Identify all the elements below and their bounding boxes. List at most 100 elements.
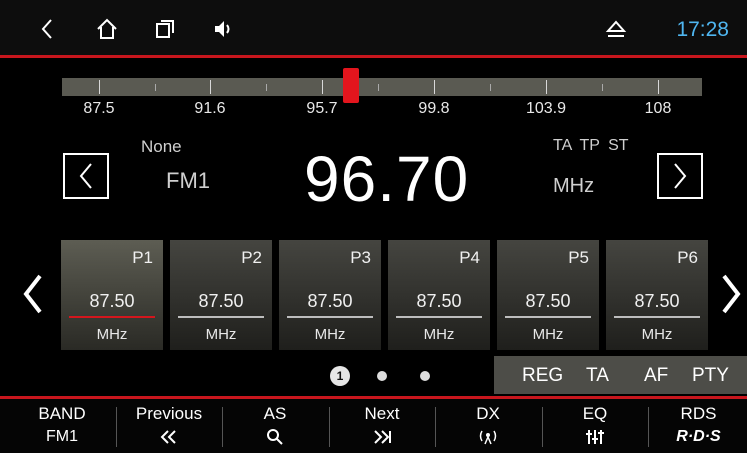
scale-minor-tick — [602, 84, 603, 91]
tuning-scale[interactable] — [62, 78, 702, 96]
preset-name: P4 — [459, 248, 480, 267]
scale-label: 95.7 — [306, 100, 338, 117]
reg-toggle[interactable]: REG — [522, 365, 563, 387]
search-icon — [223, 427, 327, 447]
preset-frequency: 87.50 — [416, 291, 462, 311]
band-button-value: FM1 — [46, 428, 78, 445]
preset-button[interactable]: P1 87.50 MHz — [61, 240, 163, 350]
scale-label: 99.8 — [418, 100, 450, 117]
band-label: FM1 — [166, 168, 210, 193]
preset-underline — [614, 316, 700, 318]
auto-search-button-label: AS — [263, 404, 287, 423]
preset-unit: MHz — [532, 326, 564, 343]
af-toggle[interactable]: AF — [644, 365, 668, 387]
tuning-needle[interactable] — [343, 68, 359, 103]
chevron-left-icon — [79, 163, 92, 189]
scale-tick — [210, 80, 211, 94]
seek-down-button[interactable] — [63, 153, 109, 199]
preset-name: P2 — [241, 248, 262, 267]
preset-button[interactable]: P3 87.50 MHz — [279, 240, 381, 350]
frequency-unit: MHz — [553, 175, 595, 197]
seek-up-button[interactable] — [657, 153, 703, 199]
scale-tick — [434, 80, 435, 94]
pty-toggle[interactable]: PTY — [692, 365, 729, 387]
rds-options-bar: REG TA AF PTY — [494, 356, 747, 394]
preset-frequency: 87.50 — [89, 291, 135, 311]
status-bar: 17:28 — [0, 0, 747, 58]
previous-button[interactable]: Previous — [117, 399, 221, 453]
dx-button-label: DX — [476, 404, 500, 423]
preset-underline — [396, 316, 482, 318]
preset-frequency: 87.50 — [525, 291, 571, 311]
rds-button-label: RDS — [680, 404, 717, 423]
auto-search-button[interactable]: AS — [223, 399, 327, 453]
scale-tick — [322, 80, 323, 94]
preset-underline — [505, 316, 591, 318]
preset-unit: MHz — [641, 326, 673, 343]
ta-toggle[interactable]: TA — [586, 365, 609, 387]
scale-minor-tick — [378, 84, 379, 91]
rds-button[interactable]: RDS R·D·S — [650, 399, 747, 453]
station-name: None — [141, 137, 182, 156]
scale-minor-tick — [155, 84, 156, 91]
scale-label: 91.6 — [194, 100, 226, 117]
eq-button-label: EQ — [582, 404, 608, 423]
chevron-left-icon — [23, 274, 42, 314]
preset-button[interactable]: P6 87.50 MHz — [606, 240, 708, 350]
preset-button[interactable]: P5 87.50 MHz — [497, 240, 599, 350]
band-button[interactable]: BAND FM1 — [10, 399, 114, 453]
rds-logo-icon: R·D·S — [676, 428, 721, 445]
preset-unit: MHz — [314, 326, 346, 343]
preset-name: P5 — [568, 248, 589, 267]
scale-tick — [99, 80, 100, 94]
dx-button[interactable]: DX — [436, 399, 540, 453]
chevron-right-icon — [722, 274, 741, 314]
eject-icon[interactable] — [603, 16, 629, 42]
scale-minor-tick — [266, 84, 267, 91]
page-indicator[interactable] — [377, 371, 387, 381]
preset-name: P6 — [677, 248, 698, 267]
next-icon — [330, 427, 434, 447]
preset-unit: MHz — [96, 326, 128, 343]
home-icon[interactable] — [94, 16, 120, 42]
previous-button-label: Previous — [135, 404, 203, 423]
preset-button[interactable]: P2 87.50 MHz — [170, 240, 272, 350]
next-button-label: Next — [364, 404, 400, 423]
presets-prev-button[interactable] — [20, 270, 48, 318]
page-indicator[interactable] — [420, 371, 430, 381]
preset-underline — [287, 316, 373, 318]
toolbar-separator — [648, 407, 649, 447]
antenna-icon — [436, 427, 540, 447]
page-indicator-active[interactable]: 1 — [330, 366, 350, 386]
preset-frequency: 87.50 — [198, 291, 244, 311]
scale-tick — [546, 80, 547, 94]
chevron-right-icon — [674, 163, 687, 189]
scale-label: 103.9 — [525, 100, 567, 117]
volume-icon[interactable] — [211, 16, 237, 42]
preset-button[interactable]: P4 87.50 MHz — [388, 240, 490, 350]
scale-tick — [658, 80, 659, 94]
equalizer-icon — [543, 427, 647, 447]
next-button[interactable]: Next — [330, 399, 434, 453]
presets-next-button[interactable] — [716, 270, 744, 318]
preset-unit: MHz — [205, 326, 237, 343]
header-divider — [0, 55, 747, 58]
preset-name: P3 — [350, 248, 371, 267]
preset-name: P1 — [132, 248, 153, 267]
scale-label: 87.5 — [83, 100, 115, 117]
eq-button[interactable]: EQ — [543, 399, 647, 453]
frequency-display: 96.70 — [304, 143, 470, 215]
previous-icon — [117, 427, 221, 447]
preset-underline — [69, 316, 155, 318]
preset-frequency: 87.50 — [634, 291, 680, 311]
back-icon[interactable] — [34, 16, 60, 42]
bottom-toolbar: BAND FM1 Previous AS Next DX EQ RDS R·D·… — [0, 399, 747, 453]
preset-unit: MHz — [423, 326, 455, 343]
clock: 17:28 — [676, 18, 729, 41]
rds-flags: TA TP ST — [553, 137, 629, 154]
scale-minor-tick — [490, 84, 491, 91]
scale-label: 108 — [644, 100, 672, 117]
preset-underline — [178, 316, 264, 318]
recent-apps-icon[interactable] — [152, 16, 178, 42]
preset-frequency: 87.50 — [307, 291, 353, 311]
